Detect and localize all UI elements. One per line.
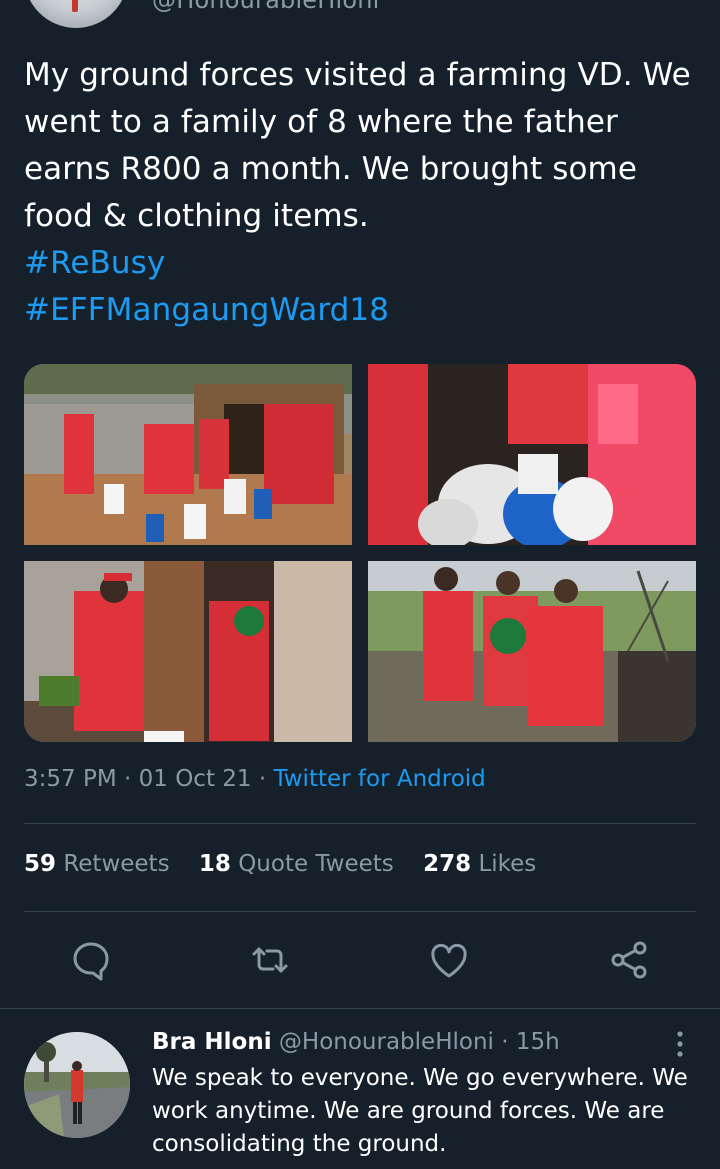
meta-separator: · bbox=[124, 766, 132, 792]
media-photo-4[interactable] bbox=[368, 561, 696, 742]
hashtag-link[interactable]: #EFFMangaungWard18 bbox=[24, 287, 704, 334]
meta-separator: · bbox=[258, 766, 267, 792]
media-photo-1[interactable] bbox=[24, 364, 352, 545]
author-handle[interactable]: @HonourableHloni bbox=[152, 0, 380, 14]
tweet-body: My ground forces visited a farming VD. W… bbox=[24, 57, 691, 234]
retweets-stat[interactable]: 59 Retweets bbox=[24, 851, 170, 877]
tweet-actions bbox=[0, 938, 720, 984]
reply-author-avatar[interactable] bbox=[24, 1032, 130, 1138]
reply-header: Bra Hloni @HonourableHloni · 15h bbox=[152, 1029, 560, 1055]
divider bbox=[24, 911, 696, 912]
tweet-stats: 59 Retweets 18 Quote Tweets 278 Likes bbox=[24, 851, 558, 877]
hashtag-link[interactable]: #ReBusy bbox=[24, 240, 704, 287]
reply-text: We speak to everyone. We go everywhere. … bbox=[152, 1065, 688, 1157]
reply-author-name[interactable]: Bra Hloni bbox=[152, 1029, 272, 1055]
reply-time: · 15h bbox=[501, 1029, 560, 1055]
tweet-meta: 3:57 PM · 01 Oct 21 · Twitter for Androi… bbox=[24, 766, 486, 792]
retweet-icon[interactable] bbox=[248, 938, 292, 982]
tweet-source-link[interactable]: Twitter for Android bbox=[274, 766, 486, 792]
retweets-count: 59 bbox=[24, 851, 57, 877]
media-photo-3[interactable] bbox=[24, 561, 352, 742]
tweet-text: My ground forces visited a farming VD. W… bbox=[24, 52, 704, 334]
tweet-detail-page: @HonourableHloni My ground forces visite… bbox=[0, 0, 720, 1169]
share-icon[interactable] bbox=[607, 938, 651, 982]
quote-tweets-stat[interactable]: 18 Quote Tweets bbox=[199, 851, 394, 877]
author-avatar[interactable] bbox=[24, 0, 128, 28]
tweet-time: 3:57 PM bbox=[24, 766, 117, 792]
more-options-icon[interactable] bbox=[668, 1030, 692, 1058]
tweet-date: 01 Oct 21 bbox=[138, 766, 252, 792]
quote-tweets-label: Quote Tweets bbox=[238, 851, 394, 877]
quote-tweets-count: 18 bbox=[198, 851, 231, 877]
likes-label: Likes bbox=[478, 851, 537, 877]
divider bbox=[0, 1008, 720, 1009]
likes-count: 278 bbox=[423, 851, 472, 877]
likes-stat[interactable]: 278 Likes bbox=[423, 851, 536, 877]
reply-icon[interactable] bbox=[69, 938, 113, 982]
reply-author-handle[interactable]: @HonourableHloni bbox=[279, 1029, 494, 1055]
divider bbox=[24, 823, 696, 824]
media-grid bbox=[24, 364, 696, 742]
retweets-label: Retweets bbox=[63, 851, 170, 877]
media-photo-2[interactable] bbox=[368, 364, 696, 545]
like-icon[interactable] bbox=[427, 938, 471, 982]
